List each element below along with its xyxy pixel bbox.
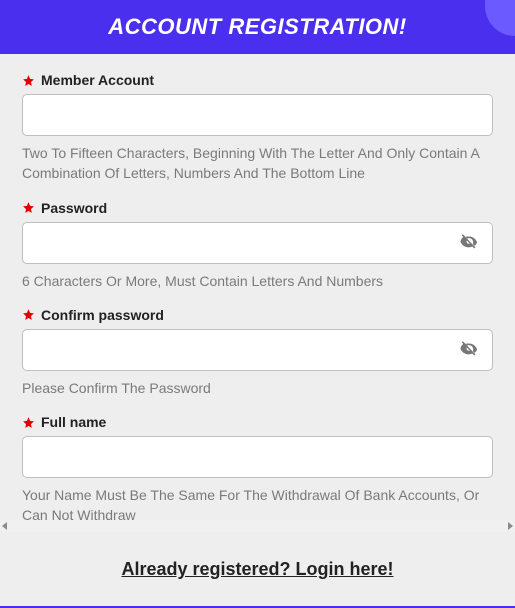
member-account-label-row: Member Account [22,72,493,88]
confirm-password-label: Confirm password [41,307,164,323]
required-star-icon [22,416,35,429]
eye-off-icon [459,231,479,254]
password-field: Password 6 Characters Or More, Must Cont… [22,200,493,291]
member-account-field: Member Account Two To Fifteen Characters… [22,72,493,184]
password-label-row: Password [22,200,493,216]
login-link[interactable]: Already registered? Login here! [121,559,393,579]
horizontal-scrollbar[interactable] [0,520,515,532]
fullname-label: Full name [41,414,106,430]
toggle-password-visibility[interactable] [455,227,483,258]
fullname-hint: Your Name Must Be The Same For The Withd… [22,485,493,524]
member-account-hint: Two To Fifteen Characters, Beginning Wit… [22,143,493,184]
password-hint: 6 Characters Or More, Must Contain Lette… [22,271,493,291]
page-header: ACCOUNT REGISTRATION! [0,0,515,54]
fullname-field: Full name Your Name Must Be The Same For… [22,414,493,524]
fullname-input-wrap [22,436,493,478]
password-input-wrap [22,222,493,264]
member-account-input[interactable] [22,94,493,136]
eye-off-icon [459,338,479,361]
page-title: ACCOUNT REGISTRATION! [108,14,407,39]
scroll-left-icon [2,522,7,530]
password-label: Password [41,200,107,216]
required-star-icon [22,74,35,87]
fullname-label-row: Full name [22,414,493,430]
member-account-label: Member Account [41,72,154,88]
required-star-icon [22,201,35,214]
required-star-icon [22,308,35,321]
fullname-input[interactable] [22,436,493,478]
scroll-right-icon [508,522,513,530]
confirm-password-input[interactable] [22,329,493,371]
toggle-confirm-visibility[interactable] [455,334,483,365]
confirm-password-hint: Please Confirm The Password [22,378,493,398]
confirm-password-input-wrap [22,329,493,371]
registration-form: Member Account Two To Fifteen Characters… [0,54,515,524]
member-account-input-wrap [22,94,493,136]
confirm-password-field: Confirm password Please Confirm The Pass… [22,307,493,398]
footer: Already registered? Login here! [0,537,515,608]
confirm-password-label-row: Confirm password [22,307,493,323]
password-input[interactable] [22,222,493,264]
